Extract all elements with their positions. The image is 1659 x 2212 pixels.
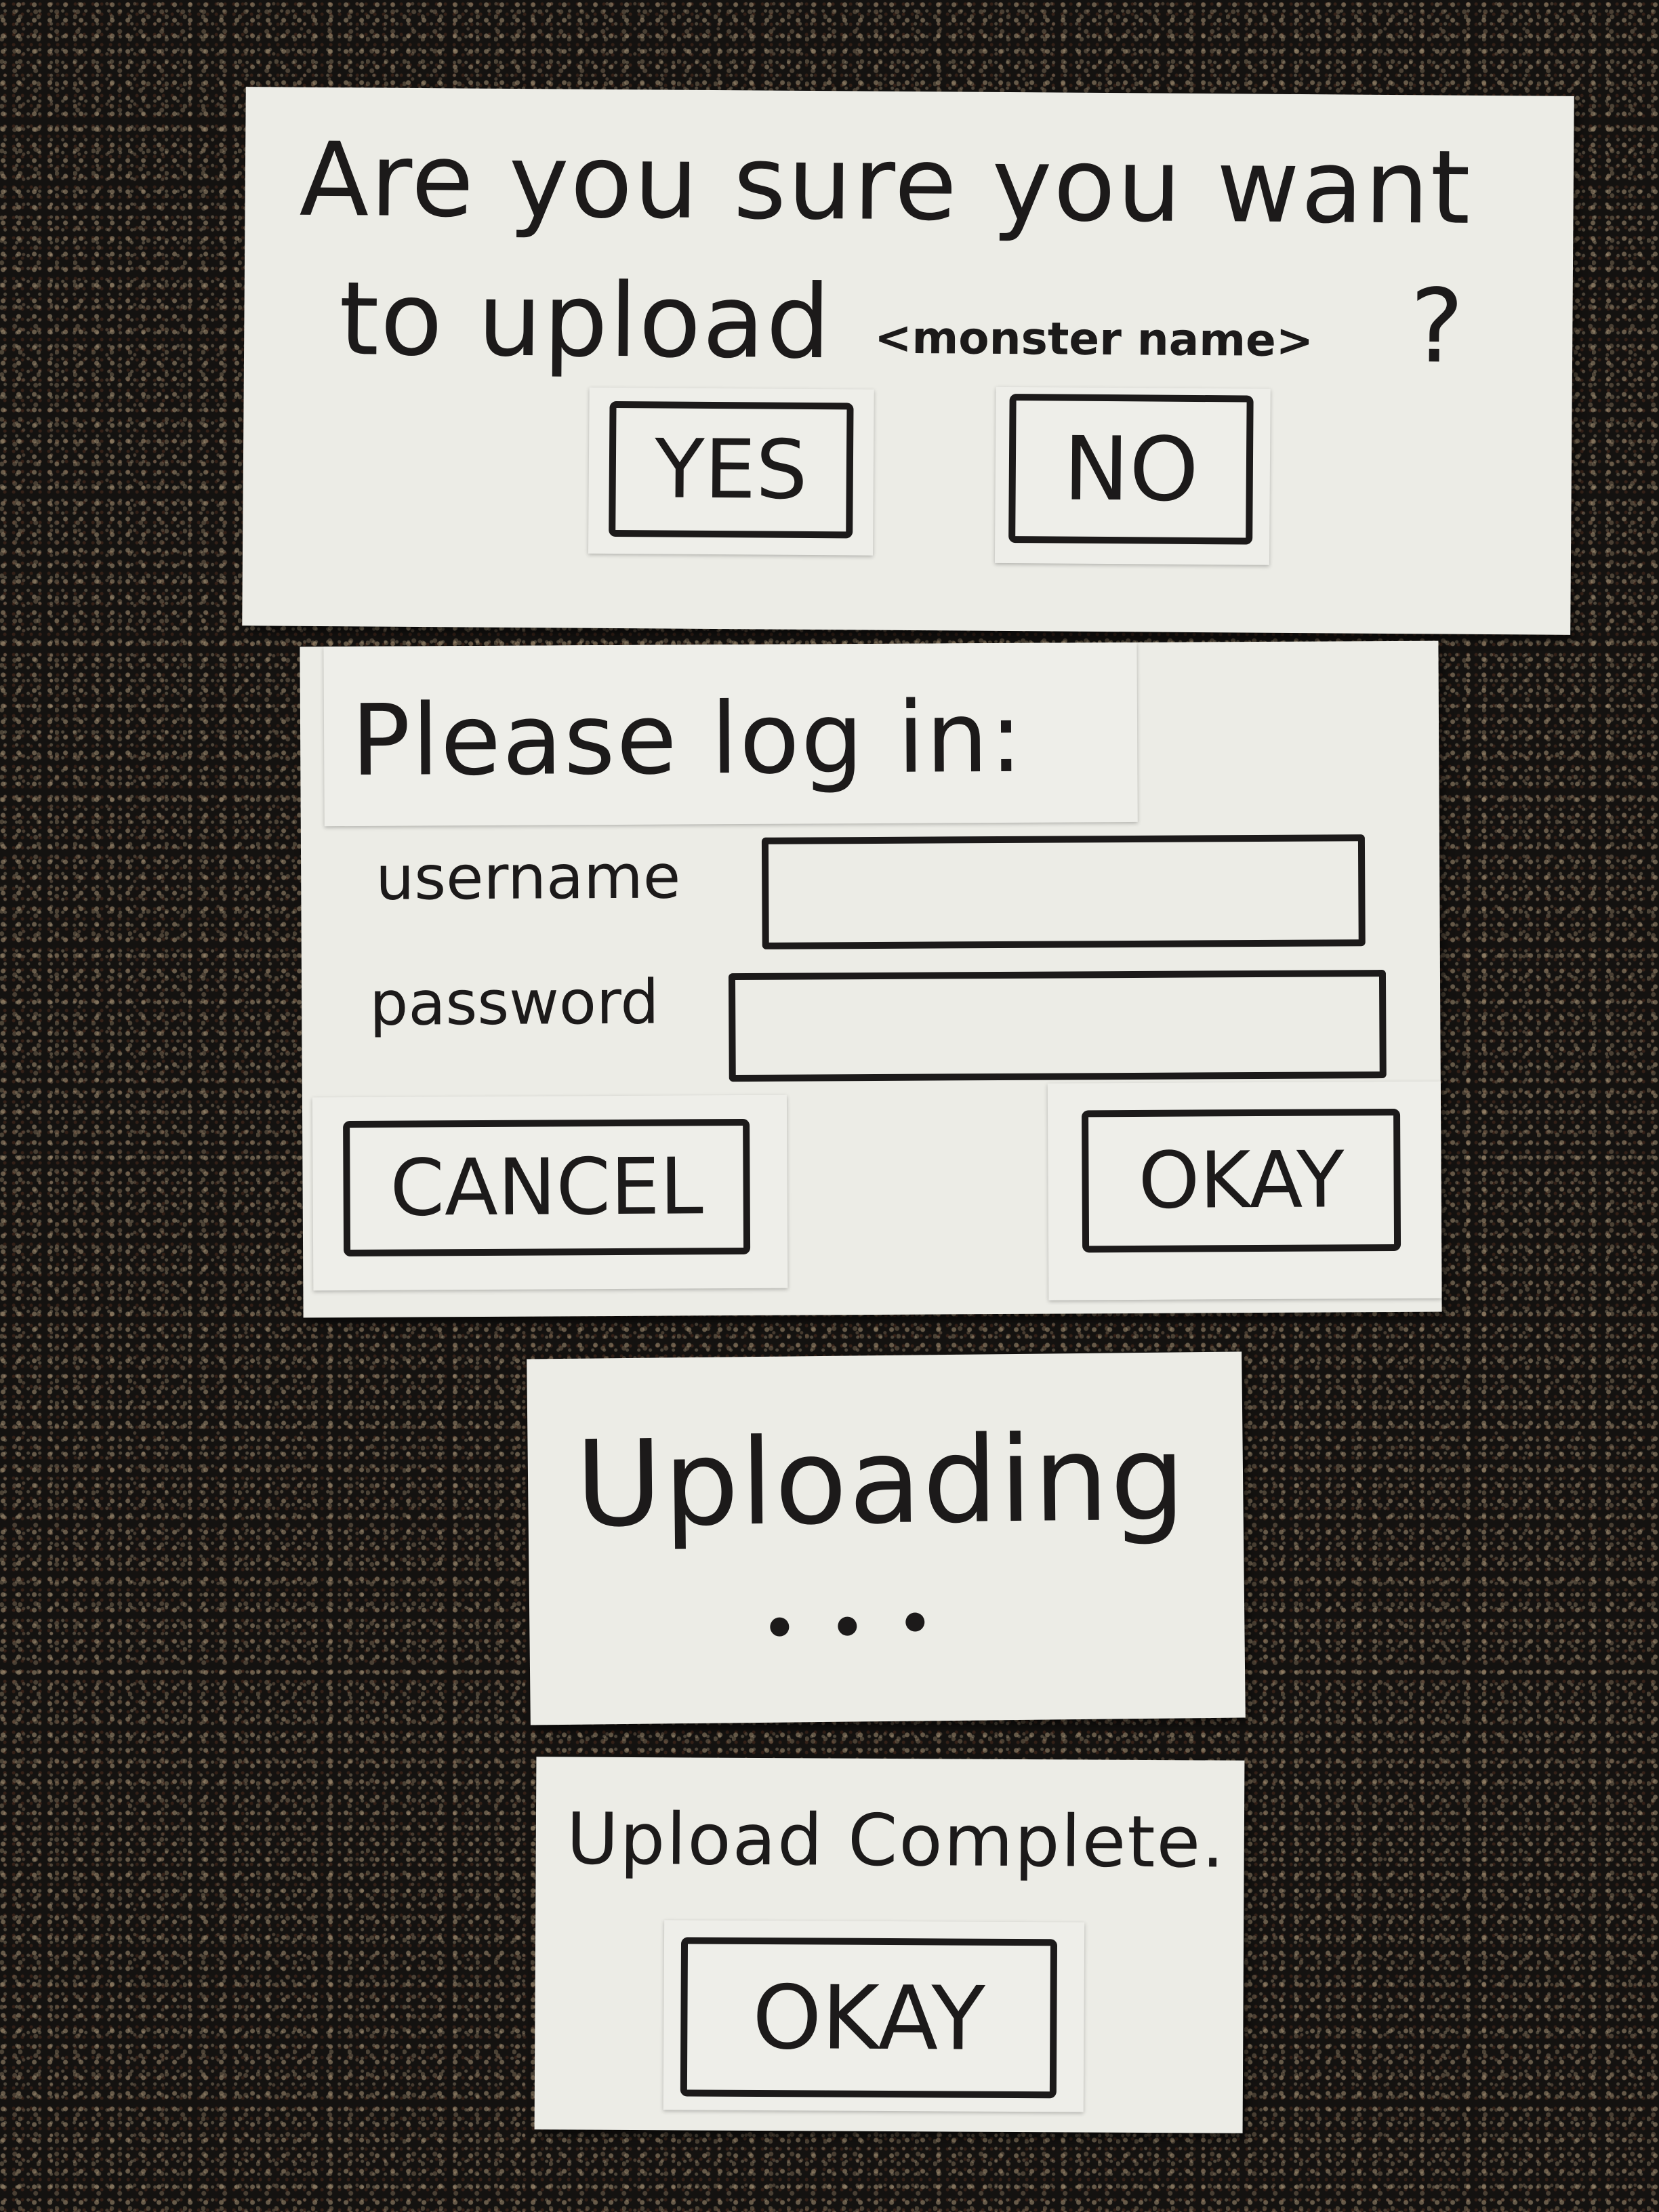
- login-title: Please log in:: [350, 680, 1025, 799]
- password-label: password: [369, 966, 659, 1040]
- login-dialog: Please log in: username password CANCEL …: [300, 640, 1442, 1318]
- cancel-button[interactable]: CANCEL: [343, 1118, 751, 1257]
- uploading-text: Uploading: [575, 1410, 1187, 1554]
- loading-dot-3: [905, 1612, 925, 1632]
- question-mark: ?: [1409, 268, 1466, 386]
- username-field[interactable]: [761, 834, 1366, 949]
- username-label: username: [375, 841, 681, 914]
- upload-complete-dialog: Upload Complete. OKAY: [534, 1757, 1245, 2133]
- loading-dot-2: [838, 1616, 857, 1636]
- uploading-dialog: Uploading: [527, 1351, 1246, 1725]
- yes-button[interactable]: YES: [609, 401, 854, 539]
- confirm-question-line1: Are you sure you want: [299, 121, 1472, 247]
- complete-okay-button[interactable]: OKAY: [680, 1937, 1058, 2099]
- loading-dot-1: [770, 1617, 790, 1637]
- login-okay-button[interactable]: OKAY: [1082, 1108, 1401, 1253]
- monster-name-placeholder: <monster name>: [874, 311, 1314, 367]
- confirm-question-line2: to upload: [338, 260, 833, 382]
- no-button[interactable]: NO: [1008, 394, 1254, 545]
- confirm-upload-dialog: Are you sure you want to upload <monster…: [242, 87, 1574, 635]
- upload-complete-text: Upload Complete.: [566, 1797, 1226, 1884]
- password-field[interactable]: [728, 970, 1387, 1082]
